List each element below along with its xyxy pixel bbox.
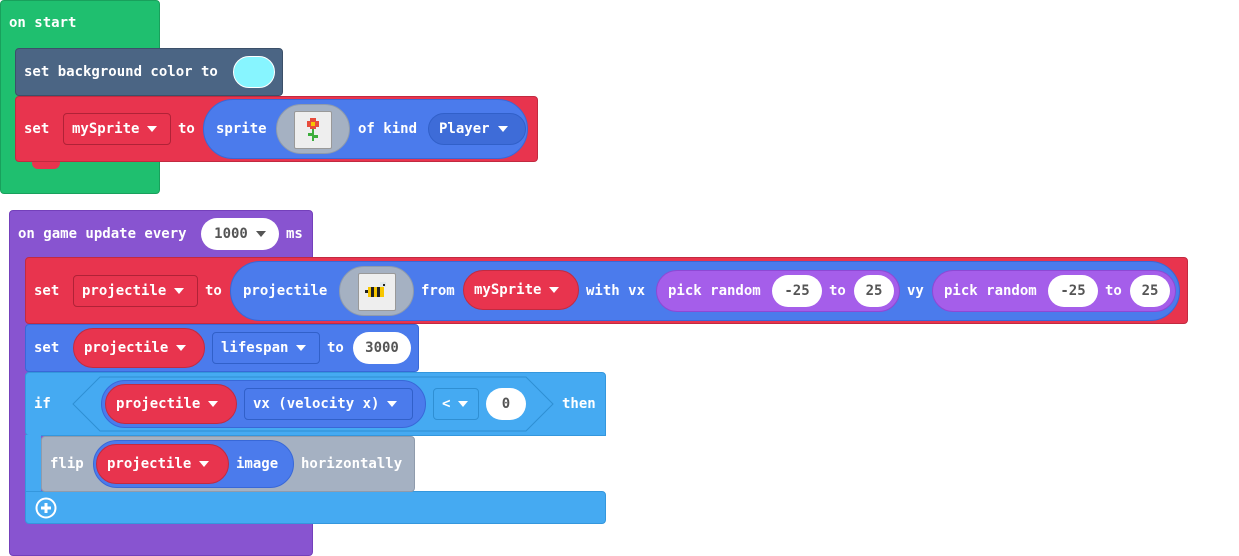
projectile-variable-reporter[interactable]: projectile [73, 328, 205, 368]
sprite-keyword: sprite [216, 121, 267, 137]
input-value: 25 [865, 283, 883, 299]
random-max-input[interactable]: 25 [1130, 275, 1170, 307]
vy-keyword: vy [907, 283, 924, 299]
image-keyword: image [236, 456, 279, 472]
then-keyword: then [562, 396, 596, 412]
set-keyword: set [34, 340, 60, 356]
input-value: -25 [784, 283, 810, 299]
ms-unit-label: ms [286, 226, 303, 242]
bee-sprite-icon [358, 273, 396, 311]
flip-keyword: flip [50, 456, 84, 472]
chevron-down-icon [296, 345, 307, 351]
random-min-input[interactable]: -25 [1048, 275, 1098, 307]
to-keyword: to [178, 121, 195, 137]
chevron-down-icon [497, 126, 508, 132]
dropdown-value: projectile [116, 396, 201, 412]
to-keyword: to [1105, 283, 1122, 299]
sprite-image-field[interactable] [276, 104, 350, 154]
interval-dropdown[interactable]: 1000 [201, 218, 279, 250]
dropdown-value: projectile [84, 340, 169, 356]
dropdown-value: Player [439, 121, 490, 137]
input-value: -25 [1060, 283, 1086, 299]
chevron-down-icon [549, 287, 560, 293]
chevron-down-icon [458, 401, 469, 407]
plus-circle-icon[interactable] [35, 497, 57, 519]
on-game-update-label: on game update every [18, 226, 187, 242]
flower-sprite-icon [294, 111, 332, 149]
from-keyword: from [421, 283, 455, 299]
background-color-swatch[interactable] [233, 56, 275, 88]
pick-random-keyword: pick random [944, 283, 1037, 299]
set-keyword: set [34, 283, 60, 299]
dropdown-value: < [442, 396, 451, 412]
to-keyword: to [829, 283, 846, 299]
dropdown-value: 1000 [214, 226, 248, 242]
projectile-variable-dropdown[interactable]: projectile [73, 275, 198, 307]
random-min-input[interactable]: -25 [772, 275, 822, 307]
projectile-variable-reporter[interactable]: projectile [105, 384, 237, 424]
dropdown-value: mySprite [72, 121, 140, 137]
pick-random-keyword: pick random [668, 283, 761, 299]
horizontally-keyword: horizontally [301, 456, 403, 472]
if-keyword: if [34, 396, 51, 412]
chevron-down-icon [199, 461, 210, 467]
chevron-down-icon [176, 345, 187, 351]
operator-dropdown[interactable]: < [433, 388, 479, 420]
chevron-down-icon [147, 126, 158, 132]
dropdown-value: mySprite [474, 282, 542, 298]
to-keyword: to [327, 340, 344, 356]
mysprite-variable-dropdown[interactable]: mySprite [63, 113, 171, 145]
kind-dropdown[interactable]: Player [428, 113, 526, 145]
set-background-label: set background color to [24, 64, 218, 80]
input-value: 25 [1141, 283, 1159, 299]
compare-value-input[interactable]: 0 [486, 388, 526, 420]
projectile-image-field[interactable] [339, 266, 414, 316]
input-value: 3000 [365, 340, 399, 356]
projectile-keyword: projectile [243, 283, 328, 299]
source-sprite-reporter[interactable]: mySprite [463, 270, 579, 310]
chevron-down-icon [174, 288, 185, 294]
input-value: 0 [501, 396, 511, 412]
chevron-down-icon [255, 231, 266, 237]
with-vx-keyword: with vx [586, 283, 646, 299]
on-start-label: on start [9, 15, 77, 31]
projectile-variable-reporter[interactable]: projectile [96, 444, 229, 484]
random-max-input[interactable]: 25 [854, 275, 894, 307]
chevron-down-icon [387, 401, 398, 407]
dropdown-value: projectile [107, 456, 192, 472]
property-dropdown[interactable]: lifespan [212, 332, 320, 364]
dropdown-value: projectile [82, 283, 167, 299]
to-keyword: to [205, 283, 222, 299]
property-dropdown[interactable]: vx (velocity x) [244, 388, 413, 420]
dropdown-value: lifespan [221, 340, 289, 356]
dropdown-value: vx (velocity x) [253, 396, 380, 412]
set-keyword: set [24, 121, 50, 137]
chevron-down-icon [208, 401, 219, 407]
lifespan-value-input[interactable]: 3000 [353, 332, 411, 364]
of-kind-keyword: of kind [358, 121, 418, 137]
